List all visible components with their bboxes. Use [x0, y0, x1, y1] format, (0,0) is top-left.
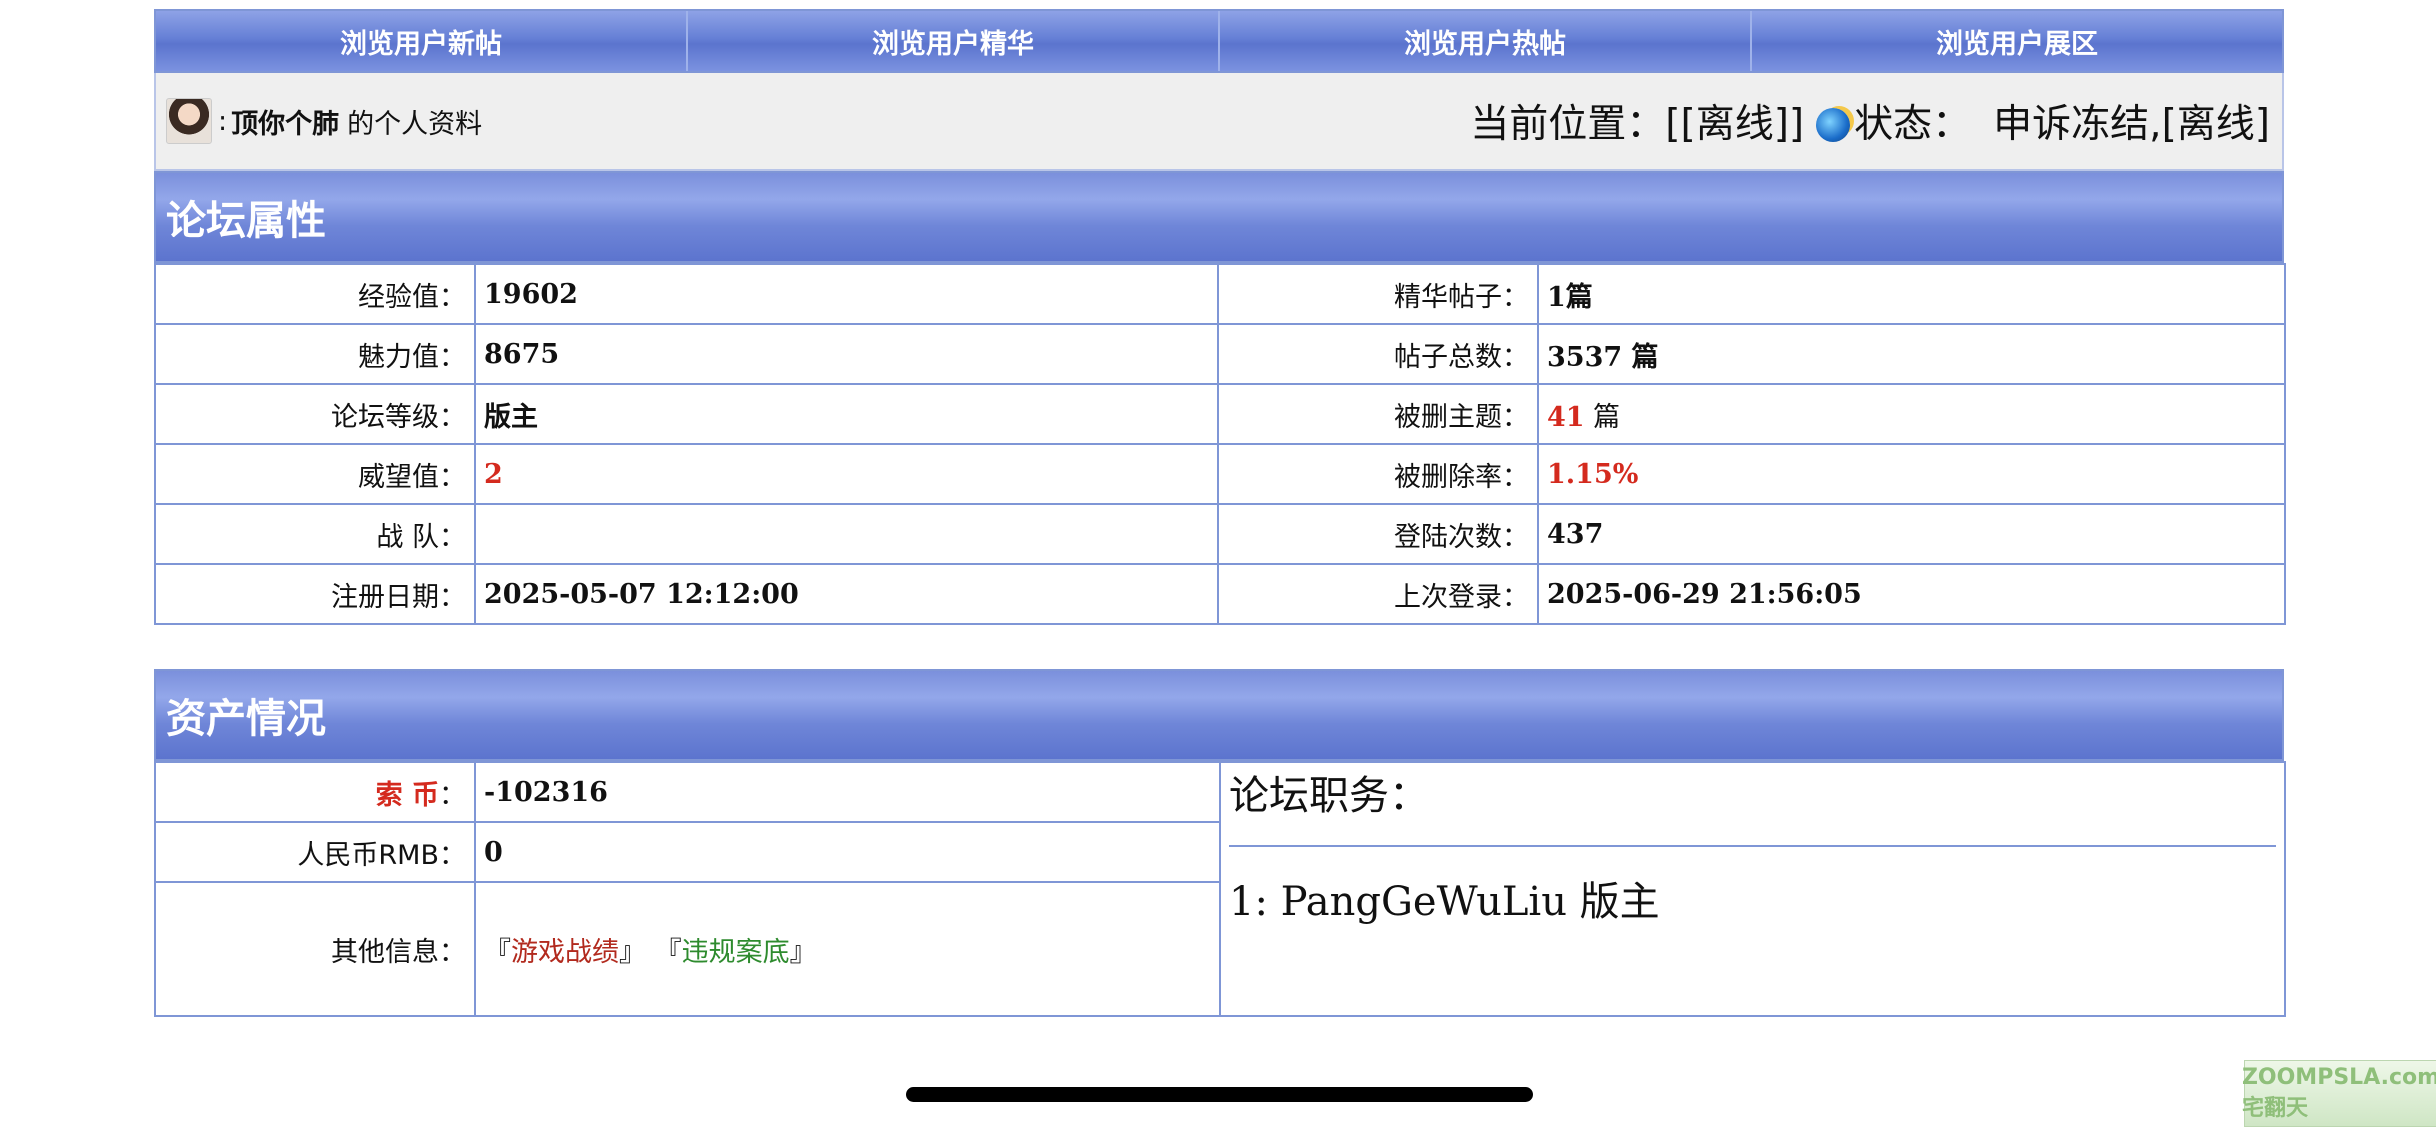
table-row: 注册日期： 2025-05-07 12:12:00 上次登录： 2025-06-…	[154, 563, 2286, 625]
value-deleted-topics: 41 篇	[1537, 383, 2286, 445]
value-essence-posts: 1篇	[1537, 263, 2286, 325]
value-charm: 8675	[474, 323, 1219, 385]
label-team: 战 队：	[154, 503, 476, 565]
label-deleted-topics: 被删主题：	[1217, 383, 1539, 445]
value-forum-level: 版主	[474, 383, 1219, 445]
username[interactable]: 顶你个肺	[231, 102, 339, 141]
duty-item: 1: PangGeWuLiu 版主	[1229, 879, 1660, 925]
value-prestige: 2	[474, 443, 1219, 505]
bracket-open: 『	[654, 936, 682, 968]
value-total-posts: 3537 篇	[1537, 323, 2286, 385]
watermark-logo: ZOOMPSLA.com 宅翻天	[2242, 1060, 2436, 1127]
value-deletion-rate: 1.15%	[1537, 443, 2286, 505]
forum-attributes-table: 经验值： 19602 精华帖子： 1篇 魅力值： 8675 帖子总数： 3537…	[154, 263, 2286, 625]
deleted-topics-unit: 篇	[1584, 401, 1621, 433]
label-forum-level: 论坛等级：	[154, 383, 476, 445]
game-record-link[interactable]: 游戏战绩	[511, 937, 619, 968]
forum-duties: 论坛职务： 1: PangGeWuLiu 版主	[1219, 761, 2286, 1017]
value-coin: -102316	[474, 761, 1221, 823]
label-charm: 魅力值：	[154, 323, 476, 385]
violation-record-link[interactable]: 违规案底	[682, 937, 790, 968]
table-row: 魅力值： 8675 帖子总数： 3537 篇	[154, 323, 2286, 385]
label-experience: 经验值：	[154, 263, 476, 325]
value-last-login: 2025-06-29 21:56:05	[1537, 563, 2286, 625]
label-other-info: 其他信息：	[154, 881, 476, 1017]
bracket-close: 』	[619, 936, 646, 968]
assets-header: 资产情况	[154, 669, 2284, 761]
label-coin: 索 币：	[154, 761, 476, 823]
avatar[interactable]	[166, 98, 212, 144]
colon: :	[218, 105, 228, 137]
value-register-date: 2025-05-07 12:12:00	[474, 563, 1219, 625]
table-row: 索 币： -102316 论坛职务： 1: PangGeWuLiu 版主	[154, 761, 2286, 1017]
profile-bar: : 顶你个肺 的个人资料 当前位置： [[离线]] 状态： 申诉冻结,[离线]	[154, 73, 2284, 171]
value-login-count: 437	[1537, 503, 2286, 565]
home-indicator[interactable]	[906, 1087, 1533, 1102]
status-value: 申诉冻结,[离线]	[1993, 102, 2270, 147]
label-register-date: 注册日期：	[154, 563, 476, 625]
nav-user-showcase[interactable]: 浏览用户展区	[1752, 11, 2282, 71]
label-deletion-rate: 被删除率：	[1217, 443, 1539, 505]
deleted-topics-count: 41	[1547, 401, 1585, 433]
duty-title: 论坛职务：	[1229, 763, 2276, 847]
nav-user-new-posts[interactable]: 浏览用户新帖	[156, 11, 688, 71]
label-essence-posts: 精华帖子：	[1217, 263, 1539, 325]
forum-attributes-header: 论坛属性	[154, 171, 2284, 263]
nav-user-hot-posts[interactable]: 浏览用户热帖	[1220, 11, 1752, 71]
table-row: 威望值： 2 被删除率： 1.15%	[154, 443, 2286, 505]
label-prestige: 威望值：	[154, 443, 476, 505]
label-total-posts: 帖子总数：	[1217, 323, 1539, 385]
label-login-count: 登陆次数：	[1217, 503, 1539, 565]
value-experience: 19602	[474, 263, 1219, 325]
label-last-login: 上次登录：	[1217, 563, 1539, 625]
table-row: 战 队： 登陆次数： 437	[154, 503, 2286, 565]
value-team	[474, 503, 1219, 565]
assets-table: 索 币： -102316 论坛职务： 1: PangGeWuLiu 版主 人民币…	[154, 761, 2286, 1017]
nav-user-essence[interactable]: 浏览用户精华	[688, 11, 1220, 71]
profile-suffix: 的个人资料	[347, 108, 483, 140]
bracket-open: 『	[484, 936, 511, 968]
online-status-icon	[1816, 108, 1851, 142]
coin-label: 索 币	[375, 779, 439, 811]
status-label: 状态：	[1854, 102, 1972, 147]
top-nav: 浏览用户新帖 浏览用户精华 浏览用户热帖 浏览用户展区	[154, 9, 2284, 73]
coin-colon: ：	[439, 779, 466, 811]
location-label: 当前位置：	[1470, 102, 1666, 147]
location-value: [[离线]]	[1665, 102, 1805, 147]
bracket-close: 』	[789, 936, 817, 968]
value-other-info: 『游戏战绩』 『违规案底』	[474, 881, 1221, 1017]
table-row: 论坛等级： 版主 被删主题： 41 篇	[154, 383, 2286, 445]
value-rmb: 0	[474, 821, 1221, 883]
label-rmb: 人民币RMB：	[154, 821, 476, 883]
table-row: 经验值： 19602 精华帖子： 1篇	[154, 263, 2286, 325]
